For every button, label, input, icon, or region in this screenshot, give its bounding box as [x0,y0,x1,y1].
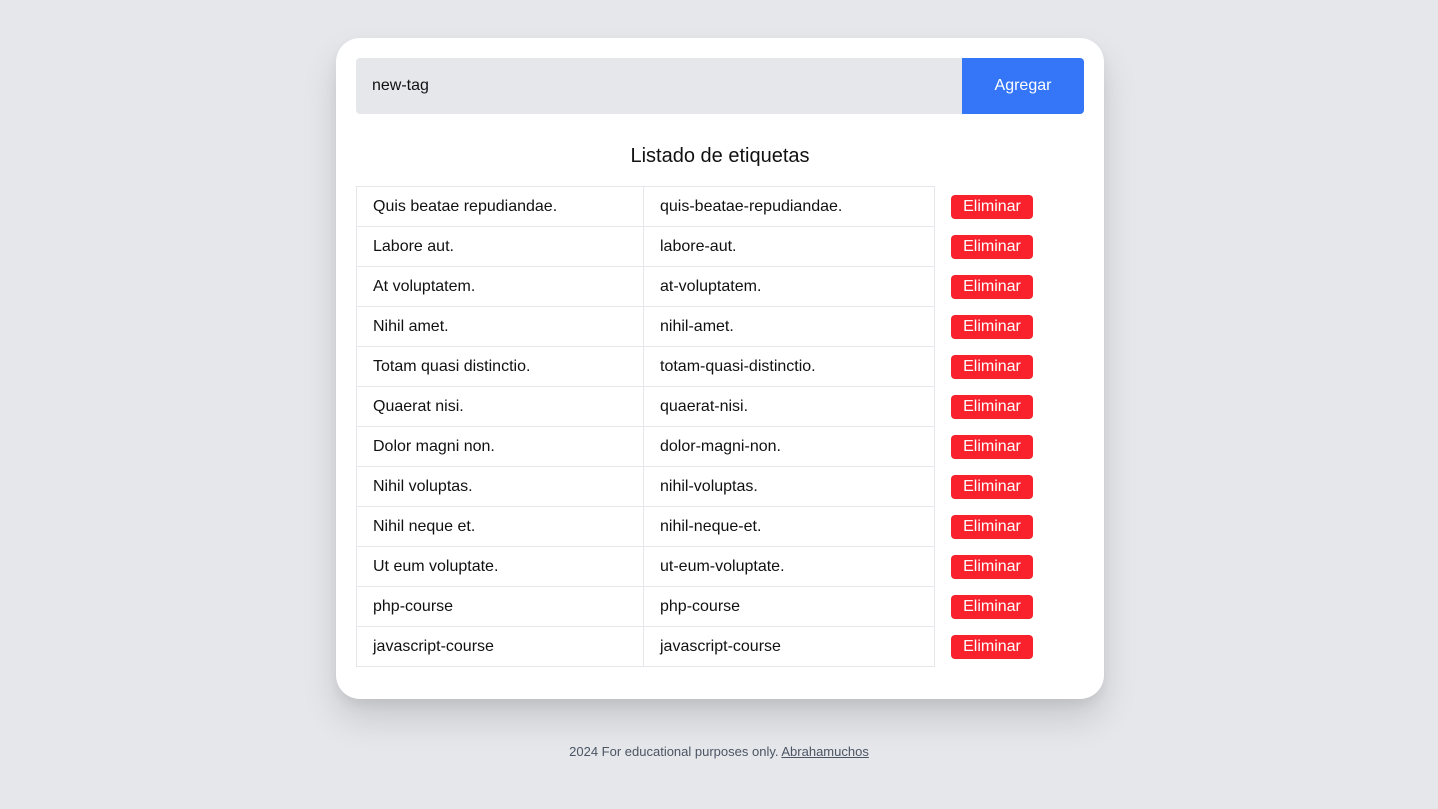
tag-action-cell: Eliminar [935,427,1085,467]
tag-action-cell: Eliminar [935,227,1085,267]
tag-action-cell: Eliminar [935,467,1085,507]
tag-action-cell: Eliminar [935,547,1085,587]
tag-slug-cell: nihil-voluptas. [643,466,935,507]
tag-name-cell: Dolor magni non. [356,426,644,467]
tag-slug-cell: nihil-amet. [643,306,935,347]
tag-slug-cell: totam-quasi-distinctio. [643,346,935,387]
table-row: Labore aut. labore-aut. Eliminar [356,226,1085,267]
delete-button[interactable]: Eliminar [951,594,1033,619]
tag-name-cell: Quis beatae repudiandae. [356,186,644,227]
tag-name-cell: Totam quasi distinctio. [356,346,644,387]
tag-action-cell: Eliminar [935,187,1085,227]
table-row: Totam quasi distinctio. totam-quasi-disti… [356,346,1085,387]
table-row: Quis beatae repudiandae. quis-beatae-repu… [356,186,1085,227]
tag-slug-cell: dolor-magni-non. [643,426,935,467]
tag-slug-cell: php-course [643,586,935,627]
table-row: Quaerat nisi. quaerat-nisi. Eliminar [356,386,1085,427]
delete-button[interactable]: Eliminar [951,434,1033,459]
tag-name-cell: Nihil neque et. [356,506,644,547]
table-row: php-course php-course Eliminar [356,586,1085,627]
footer: 2024 For educational purposes only. Abra… [0,744,1438,759]
list-title: Listado de etiquetas [630,145,810,167]
tag-name-cell: javascript-course [356,626,644,667]
tag-name-cell: At voluptatem. [356,266,644,307]
tag-table: Quis beatae repudiandae. quis-beatae-repu… [356,186,1085,667]
tag-slug-cell: quis-beatae-repudiandae. [643,186,935,227]
add-button[interactable]: Agregar [962,58,1084,114]
table-row: Nihil neque et. nihil-neque-et. Eliminar [356,506,1085,547]
table-row: Ut eum voluptate. ut-eum-voluptate. Elimin… [356,546,1085,587]
tag-slug-cell: quaerat-nisi. [643,386,935,427]
tag-action-cell: Eliminar [935,507,1085,547]
delete-button[interactable]: Eliminar [951,314,1033,339]
tag-action-cell: Eliminar [935,627,1085,667]
tag-action-cell: Eliminar [935,387,1085,427]
delete-button[interactable]: Eliminar [951,634,1033,659]
tag-action-cell: Eliminar [935,307,1085,347]
tag-slug-cell: at-voluptatem. [643,266,935,307]
delete-button[interactable]: Eliminar [951,274,1033,299]
tag-slug-cell: nihil-neque-et. [643,506,935,547]
table-row: Nihil voluptas. nihil-voluptas. Eliminar [356,466,1085,507]
tag-action-cell: Eliminar [935,347,1085,387]
tag-slug-cell: labore-aut. [643,226,935,267]
tag-slug-cell: ut-eum-voluptate. [643,546,935,587]
footer-author-link[interactable]: Abrahamuchos [781,744,868,759]
table-row: Dolor magni non. dolor-magni-non. Eliminar [356,426,1085,467]
tag-name-cell: Ut eum voluptate. [356,546,644,587]
delete-button[interactable]: Eliminar [951,554,1033,579]
table-row: At voluptatem. at-voluptatem. Eliminar [356,266,1085,307]
tag-card: Agregar Listado de etiquetas Quis beatae… [336,38,1104,699]
delete-button[interactable]: Eliminar [951,354,1033,379]
tag-table-body: Quis beatae repudiandae. quis-beatae-repu… [356,186,1085,667]
table-row: Nihil amet. nihil-amet. Eliminar [356,306,1085,347]
footer-text: 2024 For educational purposes only. [569,744,779,759]
tag-action-cell: Eliminar [935,587,1085,627]
add-tag-form: Agregar [356,58,1084,114]
tag-name-cell: Nihil amet. [356,306,644,347]
delete-button[interactable]: Eliminar [951,194,1033,219]
tag-name-cell: Quaerat nisi. [356,386,644,427]
tag-action-cell: Eliminar [935,267,1085,307]
delete-button[interactable]: Eliminar [951,514,1033,539]
delete-button[interactable]: Eliminar [951,234,1033,259]
tag-input[interactable] [356,58,962,114]
table-row: javascript-course javascript-course Elimin… [356,626,1085,667]
tag-name-cell: Nihil voluptas. [356,466,644,507]
tag-name-cell: Labore aut. [356,226,644,267]
delete-button[interactable]: Eliminar [951,474,1033,499]
tag-slug-cell: javascript-course [643,626,935,667]
delete-button[interactable]: Eliminar [951,394,1033,419]
tag-name-cell: php-course [356,586,644,627]
